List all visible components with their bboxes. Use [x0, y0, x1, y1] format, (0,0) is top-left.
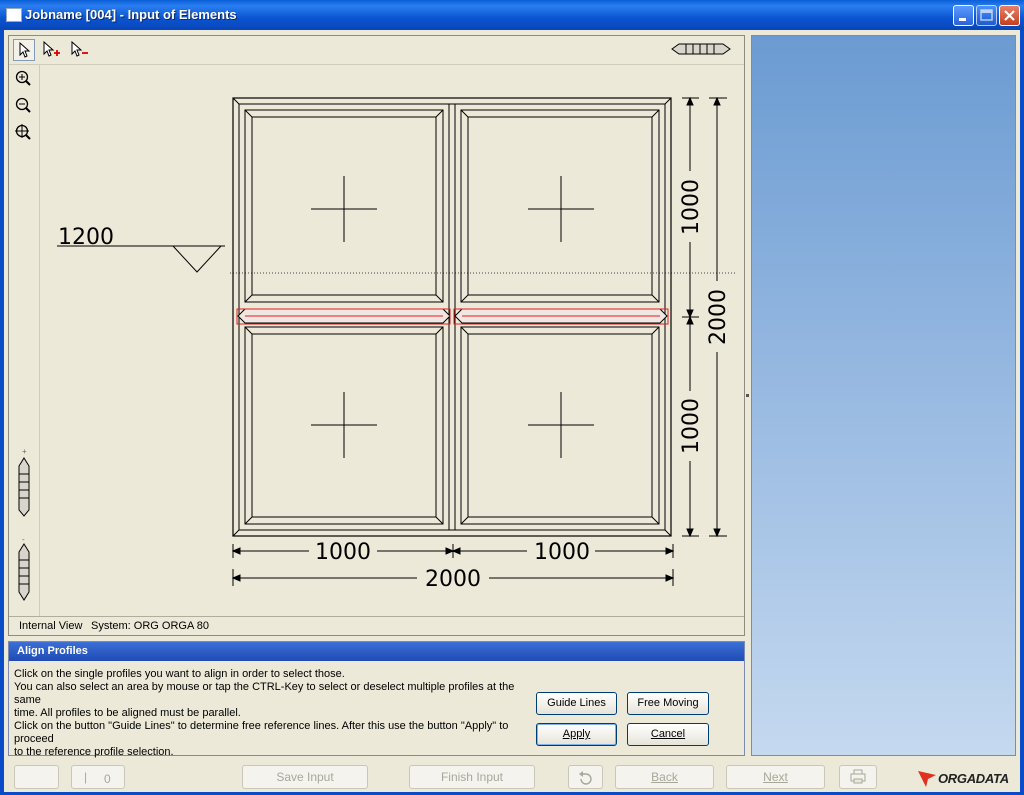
- orgadata-logo: ORGADATA: [916, 767, 1021, 789]
- printer-icon: [850, 769, 866, 784]
- blank-button[interactable]: [14, 765, 59, 789]
- dimension-right-width: 1000: [534, 540, 590, 565]
- cursor-marker: |: [84, 770, 88, 784]
- instruction-line: Click on the single profiles you want to…: [14, 668, 345, 680]
- transom-left-selected[interactable]: [236, 308, 451, 325]
- system-label: System: ORG ORGA 80: [91, 620, 209, 632]
- maximize-icon: [980, 9, 993, 21]
- window-title: Jobname [004] - Input of Elements: [25, 7, 237, 22]
- undo-button[interactable]: [568, 765, 603, 789]
- dimension-col-1: [682, 96, 699, 538]
- height-marker: 1200: [57, 225, 225, 273]
- transom-right-selected[interactable]: [453, 308, 669, 325]
- logo-mark-icon: [918, 771, 936, 787]
- dimension-total-height: 2000: [706, 289, 731, 345]
- window-frame-right: [1020, 30, 1024, 795]
- cancel-button[interactable]: Cancel: [627, 723, 709, 746]
- drawing-panel: + - 1200 1000 1000 2000 1000 1000 2000 I…: [8, 35, 745, 636]
- align-instructions: Click on the single profiles you want to…: [14, 668, 539, 759]
- align-profiles-panel: Align Profiles Click on the single profi…: [8, 641, 745, 759]
- sash-bottom-right[interactable]: [460, 326, 660, 525]
- window-drawing-canvas[interactable]: 1200 1000 1000 2000 1000 1000 2000: [9, 36, 744, 617]
- bottom-navigation-bar: | 0 Save Input Finish Input Back Next OR…: [4, 758, 1020, 792]
- next-button[interactable]: Next: [726, 765, 825, 789]
- back-button[interactable]: Back: [615, 765, 714, 789]
- view-mode-label: Internal View: [19, 620, 83, 632]
- align-profiles-header: Align Profiles: [9, 642, 744, 661]
- height-marker-label: 1200: [58, 225, 114, 250]
- print-button[interactable]: [839, 765, 877, 789]
- undo-icon: [579, 771, 592, 785]
- sash-bottom-left[interactable]: [244, 326, 444, 525]
- apply-button[interactable]: Apply: [536, 723, 617, 746]
- app-icon: [6, 8, 22, 22]
- instruction-line: time. All profiles to be aligned must be…: [14, 707, 241, 719]
- instruction-line: You can also select an area by mouse or …: [14, 681, 515, 706]
- free-moving-button[interactable]: Free Moving: [627, 692, 709, 715]
- finish-input-button[interactable]: Finish Input: [409, 765, 535, 789]
- title-bar[interactable]: Jobname [004] - Input of Elements: [0, 0, 1024, 30]
- properties-panel: [751, 35, 1016, 756]
- close-button[interactable]: [999, 5, 1020, 26]
- window-frame-left: [0, 30, 4, 795]
- dimension-top-height: 1000: [679, 179, 704, 235]
- save-input-button[interactable]: Save Input: [242, 765, 368, 789]
- align-profiles-title: Align Profiles: [17, 645, 88, 657]
- logo-text: ORGADATA: [938, 771, 1009, 786]
- counter-field[interactable]: | 0: [71, 765, 125, 789]
- dimension-bottom-height: 1000: [679, 398, 704, 454]
- maximize-button[interactable]: [976, 5, 997, 26]
- close-icon: [1004, 10, 1015, 21]
- dimension-total-width: 2000: [425, 567, 481, 592]
- dimension-left-width: 1000: [315, 540, 371, 565]
- dimension-row-1: [231, 544, 675, 558]
- minimize-icon: [959, 18, 966, 21]
- view-status-bar: Internal View System: ORG ORGA 80: [9, 616, 744, 635]
- guide-lines-button[interactable]: Guide Lines: [536, 692, 617, 715]
- splitter-grip[interactable]: [746, 394, 749, 397]
- instruction-line: Click on the button "Guide Lines" to det…: [14, 720, 509, 745]
- minimize-button[interactable]: [953, 5, 974, 26]
- counter-value: 0: [104, 772, 111, 786]
